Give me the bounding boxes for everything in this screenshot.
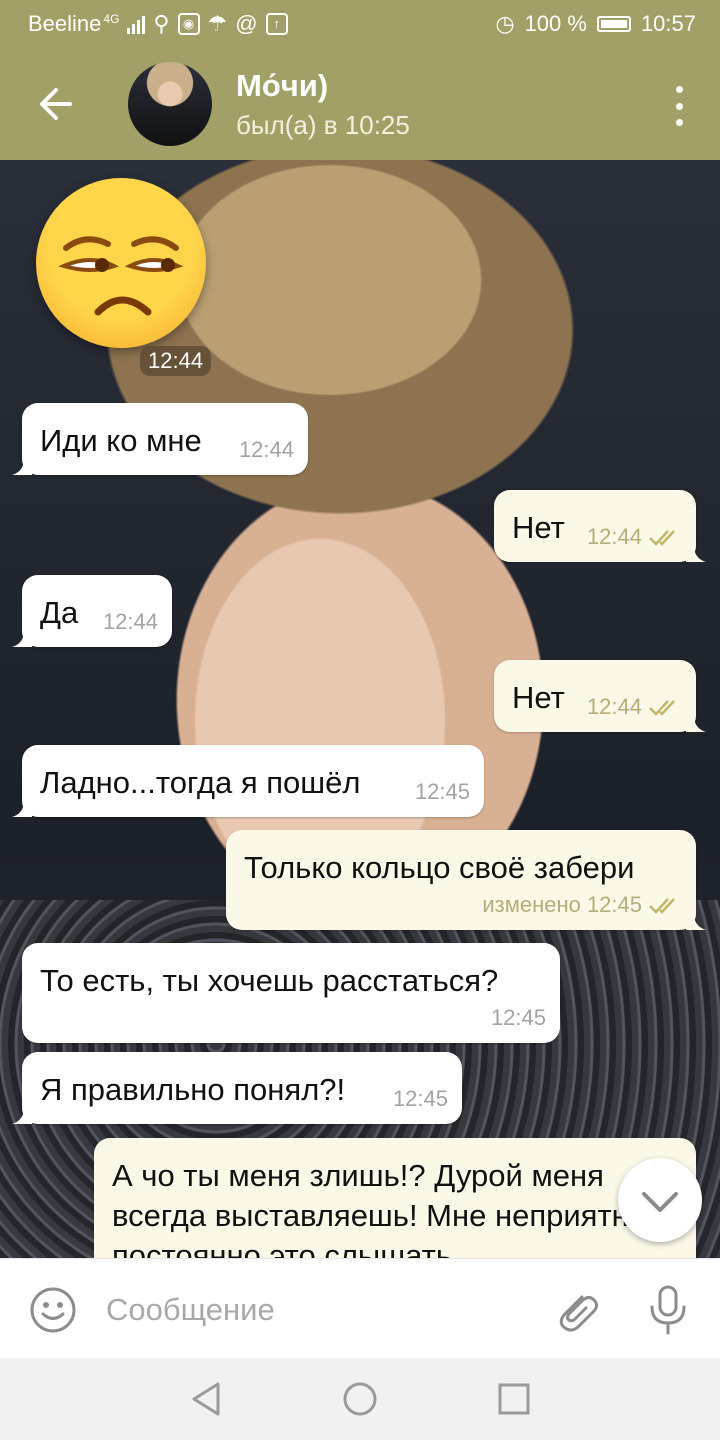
- circle-home-icon: [343, 1382, 377, 1416]
- umbrella-icon: ☂: [207, 11, 228, 36]
- read-checks-icon: [649, 700, 675, 716]
- message-bubble-outgoing[interactable]: А чо ты меня злишь!? Дурой меня всегда в…: [94, 1138, 696, 1258]
- signal-icon: [127, 14, 146, 34]
- system-nav-bar: [0, 1358, 720, 1440]
- message-bubble-incoming[interactable]: Я правильно понял?! 12:45: [12, 1052, 462, 1124]
- message-time: 12:45: [392, 1086, 448, 1111]
- nav-back-button[interactable]: [188, 1380, 224, 1423]
- arrow-left-icon: [40, 88, 72, 120]
- message-text: Я правильно понял?!: [40, 1072, 346, 1107]
- alarm-icon: ◷: [495, 11, 515, 36]
- message-input[interactable]: [104, 1285, 538, 1335]
- search-status-icon: ⚲: [153, 11, 170, 36]
- square-recents-icon: [498, 1383, 530, 1415]
- message-text: То есть, ты хочешь расстаться?: [40, 963, 499, 998]
- more-menu-button[interactable]: [674, 86, 684, 126]
- message-text: А чо ты меня злишь!? Дурой меня всегда в…: [112, 1158, 647, 1258]
- unamused-face-icon: [58, 236, 184, 316]
- chat-title[interactable]: Мо́чи): [236, 68, 328, 104]
- emoji-button[interactable]: [28, 1285, 78, 1340]
- at-icon: @: [235, 11, 258, 36]
- carrier-label: Beeline: [28, 11, 102, 36]
- paperclip-icon: [559, 1295, 598, 1332]
- nav-home-button[interactable]: [342, 1380, 378, 1423]
- last-seen-status: был(а) в 10:25: [236, 110, 410, 140]
- sticker-time: 12:44: [140, 346, 212, 376]
- message-edited-time: изменено 12:45: [482, 892, 642, 917]
- read-checks-icon: [649, 898, 675, 914]
- unamused-face-sticker[interactable]: [36, 178, 206, 348]
- scroll-down-button[interactable]: [618, 1158, 702, 1242]
- message-bubble-outgoing[interactable]: Только кольцо своё забери изменено 12:45: [226, 830, 706, 930]
- microphone-icon: [650, 1285, 686, 1335]
- triangle-back-icon: [192, 1382, 220, 1416]
- chat-area[interactable]: 12:44 Иди ко мне 12:44 Нет 12:44 Да 12:4…: [0, 160, 720, 1258]
- chevron-down-icon: [642, 1192, 678, 1212]
- message-bubble-outgoing[interactable]: Нет 12:44: [494, 490, 706, 562]
- message-bubble-incoming[interactable]: Иди ко мне 12:44: [12, 403, 308, 475]
- back-button[interactable]: [30, 78, 82, 130]
- message-bubble-incoming[interactable]: То есть, ты хочешь расстаться? 12:45: [22, 943, 560, 1043]
- message-time: 12:44: [102, 609, 158, 634]
- upload-status-icon: ↑: [265, 13, 288, 35]
- message-text: Только кольцо своё забери: [244, 850, 635, 885]
- read-checks-icon: [649, 530, 675, 546]
- smile-icon: [30, 1287, 76, 1333]
- attach-button[interactable]: [552, 1285, 600, 1340]
- message-bubble-outgoing[interactable]: Нет 12:44: [494, 660, 706, 732]
- clock: 10:57: [640, 11, 696, 36]
- message-bubble-incoming[interactable]: Да 12:44: [12, 575, 172, 647]
- voice-message-button[interactable]: [646, 1283, 690, 1342]
- avatar[interactable]: [128, 62, 212, 146]
- message-time: 12:45: [414, 779, 470, 804]
- status-bar: Beeline 4G ⚲ ◉ ☂ @ ↑ ◷ 100 % 10:57: [0, 0, 720, 48]
- message-time: 12:44: [238, 437, 294, 462]
- message-time: 12:45: [490, 1005, 546, 1030]
- battery-percent: 100 %: [524, 11, 587, 36]
- message-time: 12:44: [586, 694, 642, 719]
- message-bubble-incoming[interactable]: Ладно...тогда я пошёл 12:45: [12, 745, 484, 817]
- nav-recents-button[interactable]: [496, 1380, 532, 1423]
- battery-icon: [596, 16, 631, 32]
- message-input-bar: [0, 1258, 720, 1359]
- network-label: 4G: [103, 12, 120, 26]
- message-text: Ладно...тогда я пошёл: [40, 765, 361, 800]
- message-time: 12:44: [586, 524, 642, 549]
- chat-header: Мо́чи) был(а) в 10:25: [0, 48, 720, 160]
- image-status-icon: ◉: [177, 13, 200, 35]
